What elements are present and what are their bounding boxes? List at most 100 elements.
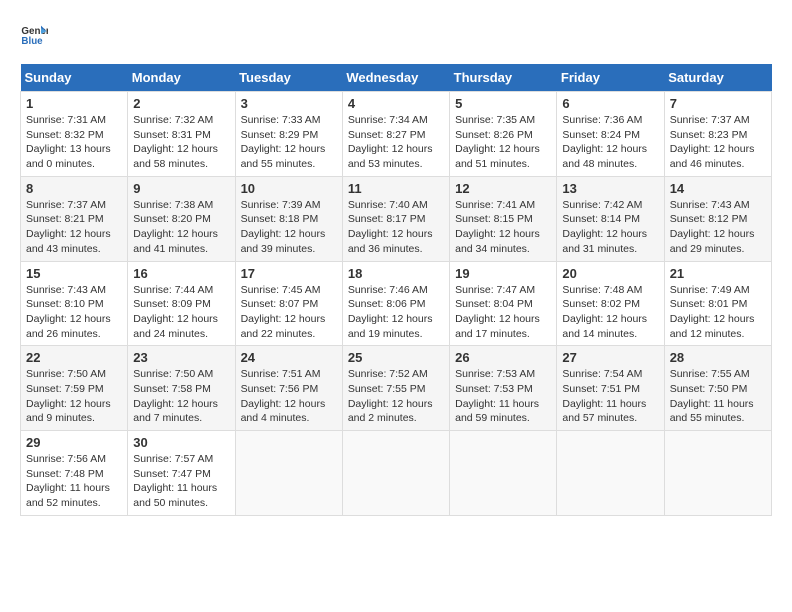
calendar-cell: 13 Sunrise: 7:42 AMSunset: 8:14 PMDayligh…: [557, 176, 664, 261]
calendar-cell: 5 Sunrise: 7:35 AMSunset: 8:26 PMDaylight…: [450, 92, 557, 177]
day-detail: Sunrise: 7:43 AMSunset: 8:10 PMDaylight:…: [26, 283, 122, 342]
day-detail: Sunrise: 7:34 AMSunset: 8:27 PMDaylight:…: [348, 113, 444, 172]
day-detail: Sunrise: 7:56 AMSunset: 7:48 PMDaylight:…: [26, 452, 122, 511]
day-number: 17: [241, 266, 337, 281]
calendar-cell: 11 Sunrise: 7:40 AMSunset: 8:17 PMDayligh…: [342, 176, 449, 261]
day-detail: Sunrise: 7:40 AMSunset: 8:17 PMDaylight:…: [348, 198, 444, 257]
calendar-cell: 18 Sunrise: 7:46 AMSunset: 8:06 PMDayligh…: [342, 261, 449, 346]
calendar-cell: 27 Sunrise: 7:54 AMSunset: 7:51 PMDayligh…: [557, 346, 664, 431]
day-detail: Sunrise: 7:45 AMSunset: 8:07 PMDaylight:…: [241, 283, 337, 342]
day-number: 10: [241, 181, 337, 196]
day-detail: Sunrise: 7:37 AMSunset: 8:23 PMDaylight:…: [670, 113, 766, 172]
day-detail: Sunrise: 7:50 AMSunset: 7:59 PMDaylight:…: [26, 367, 122, 426]
day-detail: Sunrise: 7:54 AMSunset: 7:51 PMDaylight:…: [562, 367, 658, 426]
day-number: 29: [26, 435, 122, 450]
day-number: 6: [562, 96, 658, 111]
calendar-table: SundayMondayTuesdayWednesdayThursdayFrid…: [20, 64, 772, 516]
day-detail: Sunrise: 7:39 AMSunset: 8:18 PMDaylight:…: [241, 198, 337, 257]
day-detail: Sunrise: 7:49 AMSunset: 8:01 PMDaylight:…: [670, 283, 766, 342]
day-number: 28: [670, 350, 766, 365]
calendar-cell: [342, 431, 449, 516]
day-number: 18: [348, 266, 444, 281]
day-number: 8: [26, 181, 122, 196]
day-number: 5: [455, 96, 551, 111]
day-number: 19: [455, 266, 551, 281]
calendar-cell: [664, 431, 771, 516]
day-detail: Sunrise: 7:52 AMSunset: 7:55 PMDaylight:…: [348, 367, 444, 426]
day-detail: Sunrise: 7:57 AMSunset: 7:47 PMDaylight:…: [133, 452, 229, 511]
day-detail: Sunrise: 7:44 AMSunset: 8:09 PMDaylight:…: [133, 283, 229, 342]
calendar-cell: 4 Sunrise: 7:34 AMSunset: 8:27 PMDaylight…: [342, 92, 449, 177]
day-detail: Sunrise: 7:47 AMSunset: 8:04 PMDaylight:…: [455, 283, 551, 342]
calendar-cell: 28 Sunrise: 7:55 AMSunset: 7:50 PMDayligh…: [664, 346, 771, 431]
calendar-cell: [235, 431, 342, 516]
day-detail: Sunrise: 7:31 AMSunset: 8:32 PMDaylight:…: [26, 113, 122, 172]
day-detail: Sunrise: 7:35 AMSunset: 8:26 PMDaylight:…: [455, 113, 551, 172]
calendar-cell: 15Sunrise: 7:43 AMSunset: 8:10 PMDayligh…: [21, 261, 128, 346]
day-number: 13: [562, 181, 658, 196]
day-detail: Sunrise: 7:36 AMSunset: 8:24 PMDaylight:…: [562, 113, 658, 172]
calendar-cell: 6 Sunrise: 7:36 AMSunset: 8:24 PMDaylight…: [557, 92, 664, 177]
logo-icon: General Blue: [20, 20, 48, 48]
day-detail: Sunrise: 7:46 AMSunset: 8:06 PMDaylight:…: [348, 283, 444, 342]
calendar-cell: 21 Sunrise: 7:49 AMSunset: 8:01 PMDayligh…: [664, 261, 771, 346]
calendar-cell: 19 Sunrise: 7:47 AMSunset: 8:04 PMDayligh…: [450, 261, 557, 346]
day-number: 24: [241, 350, 337, 365]
calendar-cell: 7 Sunrise: 7:37 AMSunset: 8:23 PMDaylight…: [664, 92, 771, 177]
day-number: 20: [562, 266, 658, 281]
day-number: 26: [455, 350, 551, 365]
day-detail: Sunrise: 7:55 AMSunset: 7:50 PMDaylight:…: [670, 367, 766, 426]
day-detail: Sunrise: 7:38 AMSunset: 8:20 PMDaylight:…: [133, 198, 229, 257]
page-header: General Blue: [20, 20, 772, 48]
calendar-cell: 16Sunrise: 7:44 AMSunset: 8:09 PMDayligh…: [128, 261, 235, 346]
day-number: 12: [455, 181, 551, 196]
day-number: 3: [241, 96, 337, 111]
calendar-cell: 17 Sunrise: 7:45 AMSunset: 8:07 PMDayligh…: [235, 261, 342, 346]
col-header-monday: Monday: [128, 64, 235, 92]
calendar-cell: 26 Sunrise: 7:53 AMSunset: 7:53 PMDayligh…: [450, 346, 557, 431]
day-detail: Sunrise: 7:33 AMSunset: 8:29 PMDaylight:…: [241, 113, 337, 172]
col-header-friday: Friday: [557, 64, 664, 92]
calendar-cell: 20 Sunrise: 7:48 AMSunset: 8:02 PMDayligh…: [557, 261, 664, 346]
day-detail: Sunrise: 7:41 AMSunset: 8:15 PMDaylight:…: [455, 198, 551, 257]
day-number: 30: [133, 435, 229, 450]
calendar-cell: 29 Sunrise: 7:56 AMSunset: 7:48 PMDayligh…: [21, 431, 128, 516]
day-number: 9: [133, 181, 229, 196]
day-detail: Sunrise: 7:42 AMSunset: 8:14 PMDaylight:…: [562, 198, 658, 257]
calendar-cell: [450, 431, 557, 516]
day-detail: Sunrise: 7:37 AMSunset: 8:21 PMDaylight:…: [26, 198, 122, 257]
day-number: 21: [670, 266, 766, 281]
day-number: 4: [348, 96, 444, 111]
calendar-cell: 23Sunrise: 7:50 AMSunset: 7:58 PMDayligh…: [128, 346, 235, 431]
calendar-cell: 12 Sunrise: 7:41 AMSunset: 8:15 PMDayligh…: [450, 176, 557, 261]
col-header-wednesday: Wednesday: [342, 64, 449, 92]
day-number: 14: [670, 181, 766, 196]
logo: General Blue: [20, 20, 52, 48]
calendar-cell: 10 Sunrise: 7:39 AMSunset: 8:18 PMDayligh…: [235, 176, 342, 261]
col-header-thursday: Thursday: [450, 64, 557, 92]
col-header-saturday: Saturday: [664, 64, 771, 92]
calendar-cell: 2 Sunrise: 7:32 AMSunset: 8:31 PMDaylight…: [128, 92, 235, 177]
day-detail: Sunrise: 7:32 AMSunset: 8:31 PMDaylight:…: [133, 113, 229, 172]
day-detail: Sunrise: 7:48 AMSunset: 8:02 PMDaylight:…: [562, 283, 658, 342]
calendar-cell: 14 Sunrise: 7:43 AMSunset: 8:12 PMDayligh…: [664, 176, 771, 261]
day-number: 11: [348, 181, 444, 196]
day-number: 23: [133, 350, 229, 365]
calendar-cell: 3 Sunrise: 7:33 AMSunset: 8:29 PMDaylight…: [235, 92, 342, 177]
day-detail: Sunrise: 7:53 AMSunset: 7:53 PMDaylight:…: [455, 367, 551, 426]
calendar-cell: 8 Sunrise: 7:37 AMSunset: 8:21 PMDaylight…: [21, 176, 128, 261]
day-detail: Sunrise: 7:51 AMSunset: 7:56 PMDaylight:…: [241, 367, 337, 426]
calendar-cell: [557, 431, 664, 516]
day-number: 7: [670, 96, 766, 111]
day-number: 2: [133, 96, 229, 111]
calendar-cell: 22 Sunrise: 7:50 AMSunset: 7:59 PMDayligh…: [21, 346, 128, 431]
calendar-cell: 1Sunrise: 7:31 AMSunset: 8:32 PMDaylight…: [21, 92, 128, 177]
calendar-cell: 24 Sunrise: 7:51 AMSunset: 7:56 PMDayligh…: [235, 346, 342, 431]
col-header-tuesday: Tuesday: [235, 64, 342, 92]
day-number: 22: [26, 350, 122, 365]
day-number: 27: [562, 350, 658, 365]
calendar-cell: 9 Sunrise: 7:38 AMSunset: 8:20 PMDaylight…: [128, 176, 235, 261]
day-detail: Sunrise: 7:43 AMSunset: 8:12 PMDaylight:…: [670, 198, 766, 257]
calendar-cell: 30 Sunrise: 7:57 AMSunset: 7:47 PMDayligh…: [128, 431, 235, 516]
day-number: 25: [348, 350, 444, 365]
